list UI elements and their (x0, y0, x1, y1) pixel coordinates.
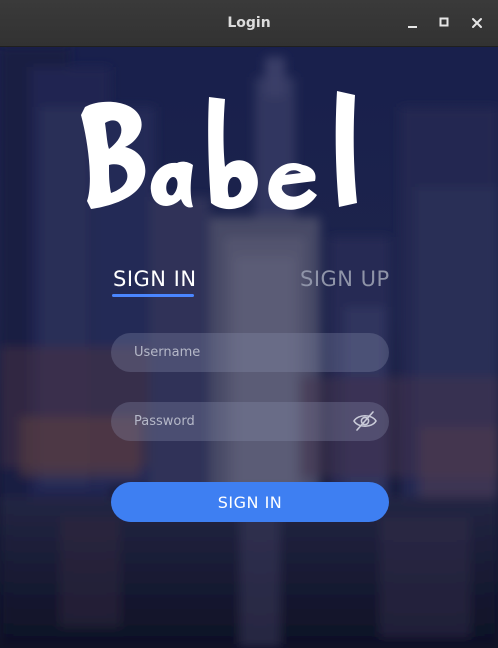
window-title: Login (227, 15, 271, 31)
minimize-icon[interactable] (403, 13, 423, 33)
login-window: Login SIGN IN SIGN UP Username SIGN IN (0, 0, 498, 648)
tab-sign-in[interactable]: SIGN IN (113, 267, 197, 291)
close-icon[interactable] (467, 13, 487, 33)
login-content: SIGN IN SIGN UP SIGN IN (0, 47, 498, 648)
sign-in-button[interactable]: SIGN IN (111, 482, 389, 522)
username-input[interactable] (111, 333, 389, 372)
title-bar[interactable]: Login (0, 0, 498, 47)
babel-logo (0, 85, 498, 235)
eye-slash-icon[interactable] (352, 409, 378, 433)
logo-wordmark (81, 91, 357, 210)
active-tab-indicator (112, 294, 194, 297)
tab-sign-up[interactable]: SIGN UP (300, 267, 390, 291)
password-input[interactable] (111, 402, 389, 441)
maximize-icon[interactable] (435, 13, 455, 33)
